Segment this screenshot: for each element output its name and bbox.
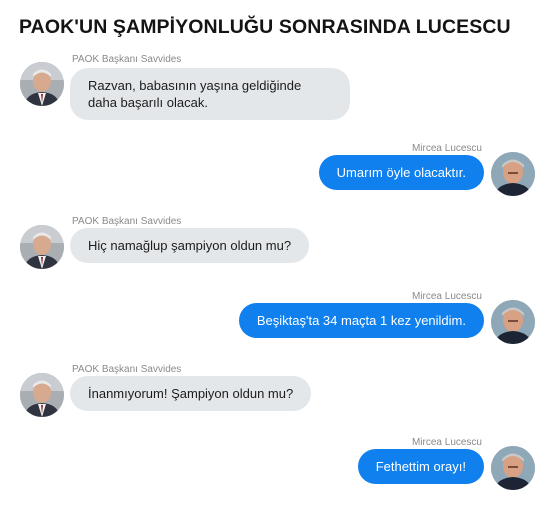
sender-name: Mircea Lucescu	[411, 437, 482, 448]
sender-name: PAOK Başkanı Savvides	[72, 54, 182, 65]
savvides-avatar	[20, 225, 64, 269]
message-row-incoming: PAOK Başkanı Savvides İnanmıyorum! Şampi…	[0, 364, 550, 420]
message-bubble: Hiç namağlup şampiyon oldun mu?	[70, 228, 310, 263]
lucescu-avatar	[491, 446, 535, 490]
message-row-incoming: PAOK Başkanı Savvides Hiç namağlup şampi…	[0, 216, 550, 272]
sender-name: PAOK Başkanı Savvides	[72, 216, 182, 227]
message-row-outgoing: Mircea Lucescu Fethettim orayı!	[0, 437, 550, 497]
message-row-outgoing: Mircea Lucescu Umarım öyle olacaktır.	[0, 143, 550, 199]
message-bubble: Razvan, babasının yaşına geldiğinde daha…	[70, 68, 350, 120]
message-bubble: İnanmıyorum! Şampiyon oldun mu?	[70, 376, 312, 411]
lucescu-avatar	[491, 152, 535, 196]
lucescu-avatar	[491, 300, 535, 344]
sender-name: PAOK Başkanı Savvides	[72, 364, 182, 375]
message-bubble: Beşiktaş'ta 34 maçta 1 kez yenildim.	[238, 303, 484, 338]
message-bubble: Fethettim orayı!	[357, 449, 484, 484]
message-bubble: Umarım öyle olacaktır.	[318, 155, 484, 190]
sender-name: Mircea Lucescu	[411, 143, 482, 154]
page-title: PAOK'UN ŞAMPİYONLUĞU SONRASINDA LUCESCU	[19, 16, 511, 38]
sender-name: Mircea Lucescu	[411, 291, 482, 302]
savvides-avatar	[20, 62, 64, 106]
message-row-outgoing: Mircea Lucescu Beşiktaş'ta 34 maçta 1 ke…	[0, 291, 550, 347]
savvides-avatar	[20, 373, 64, 417]
message-row-incoming: PAOK Başkanı Savvides Razvan, babasının …	[0, 54, 550, 124]
